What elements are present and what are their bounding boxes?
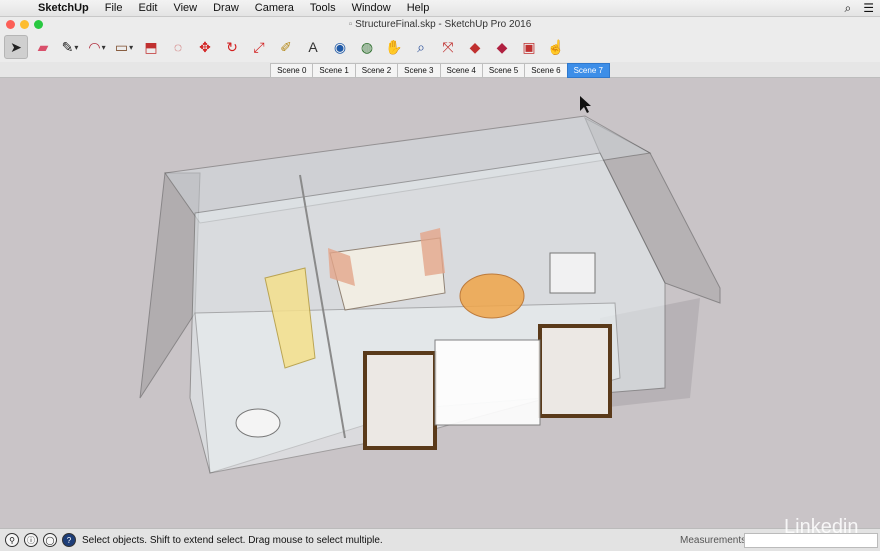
orbit-tool-icon[interactable]: ◍	[355, 35, 379, 59]
linkedin-watermark: Linkedin	[784, 516, 859, 538]
move-tool-icon[interactable]: ✥	[193, 35, 217, 59]
front-glass-door-right	[538, 324, 612, 418]
warehouse-icon[interactable]: ◆	[463, 35, 487, 59]
stove	[549, 252, 596, 294]
close-window-button[interactable]	[6, 20, 15, 29]
minimize-window-button[interactable]	[20, 20, 29, 29]
tab-scene-0[interactable]: Scene 0	[270, 63, 313, 78]
arc-tool-icon[interactable]: ◠	[85, 35, 109, 59]
window-titlebar: ▫ StructureFinal.skp - SketchUp Pro 2016	[0, 17, 880, 32]
menu-help[interactable]: Help	[399, 2, 438, 14]
menu-file[interactable]: File	[97, 2, 131, 14]
tape-measure-icon[interactable]: ✐	[274, 35, 298, 59]
pencil-tool-icon[interactable]: ✎	[58, 35, 82, 59]
tab-scene-2[interactable]: Scene 2	[354, 63, 398, 78]
front-opening	[434, 339, 541, 426]
menu-bar: SketchUp File Edit View Draw Camera Tool…	[0, 0, 880, 17]
rectangle-tool-icon[interactable]: ▭	[112, 35, 136, 59]
extension-warehouse-icon[interactable]: ◆	[490, 35, 514, 59]
status-bar: ⚲ ⓘ ◯ ? Select objects. Shift to extend …	[0, 528, 880, 551]
front-glass-door-left	[363, 351, 437, 450]
tab-scene-7[interactable]: Scene 7	[566, 63, 610, 78]
select-tool-icon[interactable]: ➤	[4, 35, 28, 59]
zoom-window-button[interactable]	[34, 20, 43, 29]
menu-edit[interactable]: Edit	[130, 2, 165, 14]
menu-app-name[interactable]: SketchUp	[30, 2, 97, 14]
window-title: StructureFinal.skp - SketchUp Pro 2016	[355, 19, 532, 30]
pan-tool-icon[interactable]: ✋	[382, 35, 406, 59]
rotate-tool-icon[interactable]: ↻	[220, 35, 244, 59]
menu-camera[interactable]: Camera	[247, 2, 302, 14]
menu-window[interactable]: Window	[344, 2, 399, 14]
measurements-label: Measurements	[680, 535, 747, 546]
status-message: Select objects. Shift to extend select. …	[82, 534, 383, 546]
menu-draw[interactable]: Draw	[205, 2, 247, 14]
mouse-cursor	[580, 96, 591, 113]
menu-view[interactable]: View	[165, 2, 205, 14]
paint-bucket-icon[interactable]: ◉	[328, 35, 352, 59]
main-toolbar: ➤▰✎◠▭⬒◌✥↻⤢✐A◉◍✋⌕⤧◆◆▣☝	[0, 32, 880, 62]
tab-scene-1[interactable]: Scene 1	[312, 63, 355, 78]
zoom-extents-icon[interactable]: ⤧	[436, 35, 460, 59]
eraser-tool-icon[interactable]: ▰	[31, 35, 55, 59]
scene-tabs: Scene 0 Scene 1 Scene 2 Scene 3 Scene 4 …	[0, 62, 880, 78]
tab-scene-4[interactable]: Scene 4	[439, 63, 482, 78]
tab-scene-6[interactable]: Scene 6	[524, 63, 567, 78]
house-model-drawing	[139, 96, 721, 474]
model-viewport[interactable]	[0, 78, 880, 528]
credits-icon[interactable]: ⓘ	[24, 533, 38, 547]
text-tool-icon[interactable]: A	[301, 35, 325, 59]
tab-scene-3[interactable]: Scene 3	[397, 63, 440, 78]
spotlight-search-icon[interactable]: ⌕	[845, 1, 852, 16]
dining-table	[459, 273, 525, 319]
scale-tool-icon[interactable]: ⤢	[247, 35, 271, 59]
instructor-help-icon[interactable]: ?	[62, 533, 76, 547]
tab-scene-5[interactable]: Scene 5	[481, 63, 525, 78]
layout-icon[interactable]: ☝	[544, 35, 568, 59]
user-account-icon[interactable]: ◯	[43, 533, 57, 547]
notification-list-icon[interactable]: ☰	[863, 1, 874, 15]
share-model-icon[interactable]: ▣	[517, 35, 541, 59]
pushpull-tool-icon[interactable]: ⬒	[139, 35, 163, 59]
menu-tools[interactable]: Tools	[302, 2, 344, 14]
toilet	[235, 408, 281, 438]
offset-tool-icon[interactable]: ◌	[166, 35, 190, 59]
zoom-tool-icon[interactable]: ⌕	[409, 35, 433, 59]
geo-location-icon[interactable]: ⚲	[5, 533, 19, 547]
